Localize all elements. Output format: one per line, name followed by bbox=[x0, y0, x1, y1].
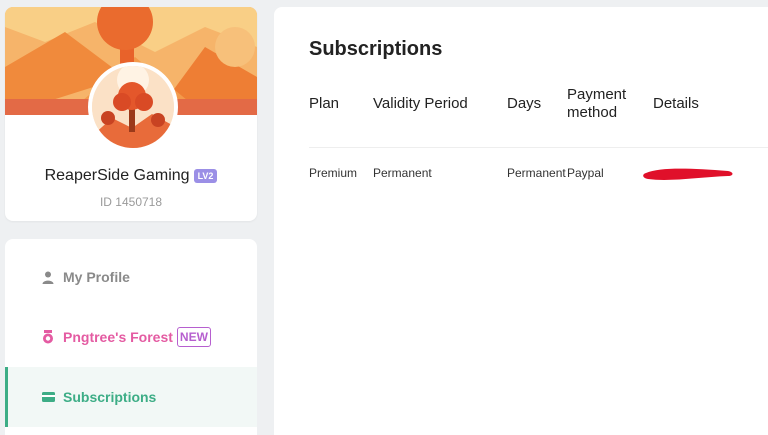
sidebar-item-my-profile[interactable]: My Profile bbox=[5, 247, 257, 307]
cell-validity-period: Permanent bbox=[373, 166, 432, 180]
column-header-plan: Plan bbox=[309, 95, 340, 112]
sidebar-nav: My Profile Pngtree's Forest NEW Subscrip… bbox=[5, 239, 257, 435]
column-header-details: Details bbox=[653, 95, 699, 112]
cell-plan: Premium bbox=[309, 166, 358, 180]
username: ReaperSide Gaming bbox=[44, 167, 190, 184]
sidebar-item-label: Pngtree's Forest bbox=[63, 329, 173, 345]
subscriptions-panel: Subscriptions Plan Validity Period Days … bbox=[274, 7, 768, 435]
column-header-days: Days bbox=[507, 95, 542, 112]
table-divider bbox=[309, 147, 768, 148]
username-row: ReaperSide Gaming LV2 bbox=[5, 167, 257, 185]
sidebar-item-label: My Profile bbox=[63, 269, 130, 285]
card-icon bbox=[41, 390, 55, 404]
cell-days: Permanent bbox=[507, 166, 566, 180]
profile-card: ReaperSide Gaming LV2 ID 1450718 bbox=[5, 7, 257, 221]
column-header-payment-method: Payment method bbox=[567, 86, 627, 121]
column-header-validity-period: Validity Period bbox=[373, 95, 468, 112]
sidebar-item-label: Subscriptions bbox=[63, 389, 157, 405]
user-id: ID 1450718 bbox=[99, 195, 163, 209]
new-badge: NEW bbox=[176, 327, 211, 347]
avatar[interactable] bbox=[88, 62, 178, 152]
person-icon bbox=[41, 270, 55, 284]
level-badge: LV2 bbox=[193, 169, 218, 183]
medal-icon bbox=[41, 330, 55, 344]
page-title: Subscriptions bbox=[309, 38, 443, 60]
cell-payment-method: Paypal bbox=[567, 166, 604, 180]
details-redaction-mark bbox=[640, 164, 736, 189]
sidebar-item-subscriptions[interactable]: Subscriptions bbox=[5, 367, 257, 427]
sidebar-item-pngtree-forest[interactable]: Pngtree's Forest NEW bbox=[5, 307, 257, 367]
